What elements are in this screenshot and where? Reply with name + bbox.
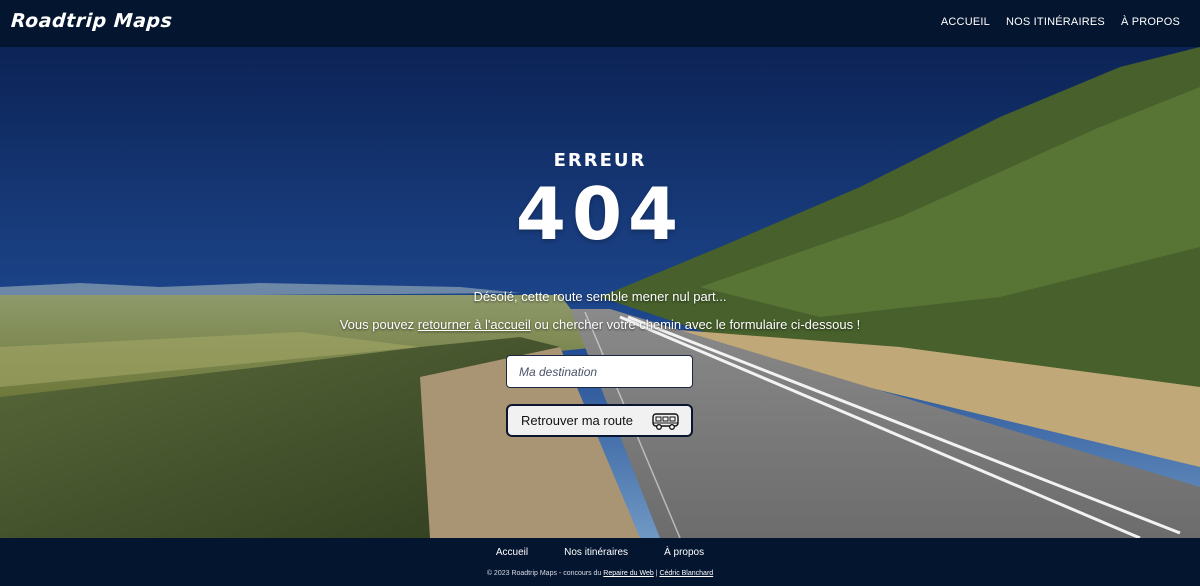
copyright-prefix: © 2023 Roadtrip Maps - concours du <box>486 570 604 577</box>
hint-text-before: Vous pouvez <box>339 317 418 332</box>
site-header: Roadtrip Maps ACCUEIL NOS ITINÉRAIRES À … <box>0 0 1200 48</box>
van-icon <box>652 412 679 430</box>
destination-input[interactable] <box>506 355 693 388</box>
hero-background: ERREUR 404 Désolé, cette route semble me… <box>0 47 1200 538</box>
footer-nav-home[interactable]: Accueil <box>496 547 528 558</box>
nav-about[interactable]: À PROPOS <box>1121 16 1180 28</box>
site-footer: Accueil Nos itinéraires À propos © 2023 … <box>0 538 1200 586</box>
footer-nav-itineraries[interactable]: Nos itinéraires <box>564 547 628 558</box>
error-code: 404 <box>515 172 685 256</box>
nav-itineraries[interactable]: NOS ITINÉRAIRES <box>1006 16 1105 28</box>
error-hint: Vous pouvez retourner à l'accueil ou che… <box>0 317 1200 332</box>
find-route-label: Retrouver ma route <box>521 413 633 428</box>
find-route-button[interactable]: Retrouver ma route <box>506 404 693 437</box>
hint-text-after: ou chercher votre chemin avec le formula… <box>530 317 861 332</box>
main-nav: ACCUEIL NOS ITINÉRAIRES À PROPOS <box>941 16 1180 28</box>
footer-nav: Accueil Nos itinéraires À propos <box>0 547 1200 558</box>
nav-home[interactable]: ACCUEIL <box>941 16 990 28</box>
site-logo[interactable]: Roadtrip Maps <box>10 10 173 32</box>
repaire-du-web-link[interactable]: Repaire du Web <box>603 570 653 577</box>
footer-nav-about[interactable]: À propos <box>664 547 704 558</box>
error-label: ERREUR <box>553 150 647 171</box>
error-message: Désolé, cette route semble mener nul par… <box>473 289 727 304</box>
copyright: © 2023 Roadtrip Maps - concours du Repai… <box>0 570 1200 577</box>
cedric-blanchard-link[interactable]: Cédric Blanchard <box>659 570 713 577</box>
page: Roadtrip Maps ACCUEIL NOS ITINÉRAIRES À … <box>0 0 1200 586</box>
home-link[interactable]: retourner à l'accueil <box>418 317 531 332</box>
